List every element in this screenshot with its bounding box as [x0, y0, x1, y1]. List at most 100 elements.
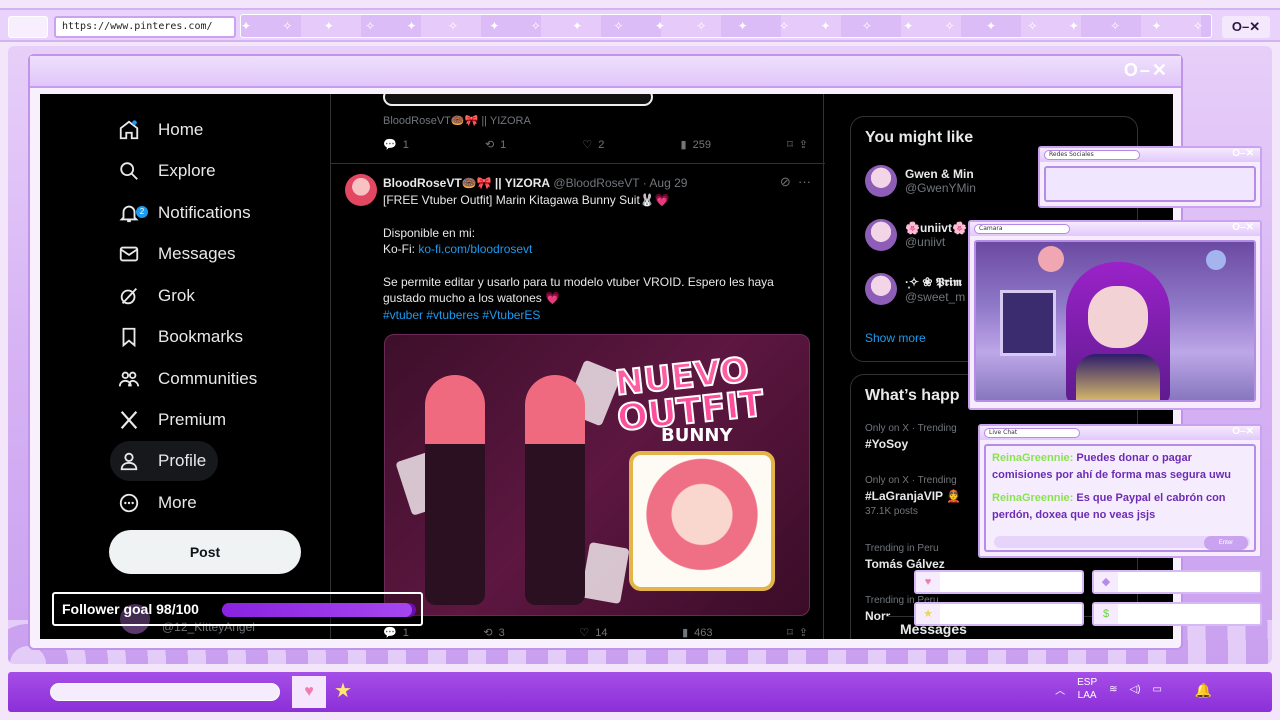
nav-label: More	[158, 493, 197, 512]
overlay-heart-box: ♥	[914, 570, 1084, 594]
heart-icon: ♡	[579, 627, 590, 639]
repost-count: 3	[498, 626, 505, 639]
battery-icon[interactable]: ▭	[1153, 684, 1162, 695]
suggestion-handle: @sweet_m	[905, 289, 966, 304]
views-button[interactable]: ▮ 259	[681, 138, 711, 152]
reply-button[interactable]: 💬 1	[383, 138, 409, 152]
tweet[interactable]: BloodRoseVT🍩🎀 || YIZORA @BloodRoseVT · A…	[331, 166, 825, 639]
suggestion-item[interactable]: 🌸uniivt🌸 @uniivt	[865, 219, 967, 251]
avatar[interactable]	[345, 174, 377, 206]
kofi-prefix: Ko-Fi:	[383, 242, 419, 256]
previous-tweet-quote: BloodRoseVT🍩🎀 || YIZORA	[383, 115, 531, 127]
star-icon[interactable]: ★	[334, 678, 352, 703]
bookmark-icon: ⌑	[787, 627, 793, 639]
trend-item[interactable]: Trending in Peru Tomás Gálvez	[865, 543, 945, 571]
window-title-strip: O–✕	[30, 56, 1181, 88]
trend-item[interactable]: Only on X · Trending #YoSoy	[865, 423, 957, 451]
nav-label: Grok	[158, 286, 195, 305]
tweet-line: Disponible en mi:	[383, 225, 476, 240]
vtuber-face	[1088, 286, 1148, 348]
widget-controls[interactable]: O–✕	[1232, 426, 1254, 437]
views-button[interactable]: ▮ 463	[682, 626, 712, 640]
might-like-title: You might like	[865, 129, 974, 146]
main-window-controls[interactable]: O–✕	[1124, 60, 1169, 81]
reply-icon: 💬	[383, 627, 397, 639]
person-icon	[118, 450, 140, 472]
previous-tweet[interactable]: BloodRoseVT🍩🎀 || YIZORA 💬 1 ⟲ 1 ♡ 2 ▮ 259 ⌑ …	[331, 94, 825, 164]
bookmark-icon: ⌑	[787, 139, 793, 151]
heart-icon: ♥	[916, 572, 940, 592]
widget-titlebar: Live Chat O–✕	[980, 426, 1260, 440]
top-left-tab[interactable]	[8, 16, 48, 38]
repost-button[interactable]: ⟲ 1	[485, 138, 506, 152]
widget-controls[interactable]: O–✕	[1232, 148, 1254, 159]
nav-more[interactable]: More	[110, 483, 209, 523]
playing-card	[580, 541, 630, 605]
views-icon: ▮	[682, 627, 689, 639]
nav-explore[interactable]: Explore	[110, 151, 228, 191]
vtuber-body	[1076, 354, 1160, 400]
suggestion-item[interactable]: ·̩͙✧ ❀ 𝕻𝖗𝖎𝖒 @sweet_m	[865, 273, 965, 305]
trend-item[interactable]: Only on X · Trending #LaGranjaVIP 👲 37.1K …	[865, 475, 961, 517]
widget-label: Redes Sociales	[1044, 150, 1140, 160]
taskbar-search[interactable]	[50, 683, 280, 701]
nav-messages[interactable]: Messages	[110, 234, 247, 274]
money-icon: $	[1094, 604, 1118, 624]
nav-profile[interactable]: Profile	[110, 441, 219, 481]
nav-communities[interactable]: Communities	[110, 359, 269, 399]
follower-goal-bar	[222, 603, 416, 617]
language-code: ESP	[1077, 677, 1098, 688]
nav-label: Explore	[158, 161, 216, 180]
nav-grok[interactable]: Grok	[110, 276, 207, 316]
nav-label: Home	[158, 120, 204, 139]
live-chat-widget: Live Chat O–✕ ReinaGreennie: Puedes donar…	[978, 424, 1262, 558]
follower-goal-widget: Follower goal 98/100	[52, 592, 423, 626]
window-controls[interactable]: O–✕	[1222, 16, 1270, 38]
previous-tweet-card	[383, 94, 653, 106]
reply-count: 1	[402, 138, 409, 151]
like-button[interactable]: ♡ 2	[582, 138, 604, 152]
post-button[interactable]: Post	[109, 530, 301, 574]
volume-icon[interactable]: ◁)	[1130, 684, 1141, 695]
trend-count: 37.1K posts	[865, 506, 918, 517]
enter-button[interactable]: Enter	[1204, 536, 1248, 550]
reply-button[interactable]: 💬 1	[383, 626, 409, 640]
nav-premium[interactable]: Premium	[110, 400, 238, 440]
author-name[interactable]: BloodRoseVT🍩🎀 || YIZORA	[383, 176, 550, 190]
trend-context: Only on X · Trending	[865, 423, 957, 434]
more-dots-icon[interactable]: ···	[798, 174, 811, 189]
kofi-link[interactable]: ko-fi.com/bloodrosevt	[418, 242, 532, 256]
suggestion-handle: @uniivt	[905, 235, 946, 249]
widget-controls[interactable]: O–✕	[1232, 222, 1254, 233]
wifi-icon[interactable]: ≋	[1109, 684, 1117, 695]
share-icon: ⇪	[798, 627, 808, 639]
trend-name: #YoSoy	[865, 437, 909, 451]
like-button[interactable]: ♡ 14	[579, 626, 607, 640]
tweet-media[interactable]: NUEVO OUTFIT BUNNY	[384, 334, 810, 616]
tweet-hashtags[interactable]: #vtuber #vtuberes #VtuberES	[383, 307, 808, 324]
notification-bell-icon[interactable]: 🔔	[1195, 682, 1212, 699]
nav-notifications[interactable]: 2 Notifications	[110, 193, 263, 233]
repost-button[interactable]: ⟲ 3	[483, 626, 505, 640]
show-more-link[interactable]: Show more	[865, 331, 926, 345]
grok-icon	[118, 285, 140, 307]
character-portrait	[629, 451, 775, 591]
nav-bookmarks[interactable]: Bookmarks	[110, 317, 255, 357]
social-media-box	[1044, 166, 1256, 202]
grok-icon[interactable]: ⊘	[780, 174, 791, 189]
star-icon: ★	[916, 604, 940, 624]
nav-home[interactable]: Home	[110, 110, 215, 150]
chevron-up-icon[interactable]: ︿	[1055, 682, 1065, 697]
avatar	[865, 165, 897, 197]
home-icon	[118, 119, 140, 141]
heart-icon[interactable]: ♥	[292, 676, 326, 708]
tweet-top-actions: ⊘ ···	[780, 174, 811, 190]
bookmark-share-buttons[interactable]: ⌑ ⇪	[787, 138, 808, 151]
author-handle-date[interactable]: @BloodRoseVT · Aug 29	[553, 176, 687, 190]
suggestion-item[interactable]: Gwen & Min @GwenYMin	[865, 165, 976, 197]
character-front	[425, 375, 485, 605]
url-field[interactable]: https://www.pinteres.com/	[54, 16, 236, 38]
search-icon	[118, 160, 140, 182]
bookmark-share-buttons[interactable]: ⌑ ⇪	[787, 626, 808, 639]
language-indicator[interactable]: ESP LAA	[1077, 676, 1097, 702]
